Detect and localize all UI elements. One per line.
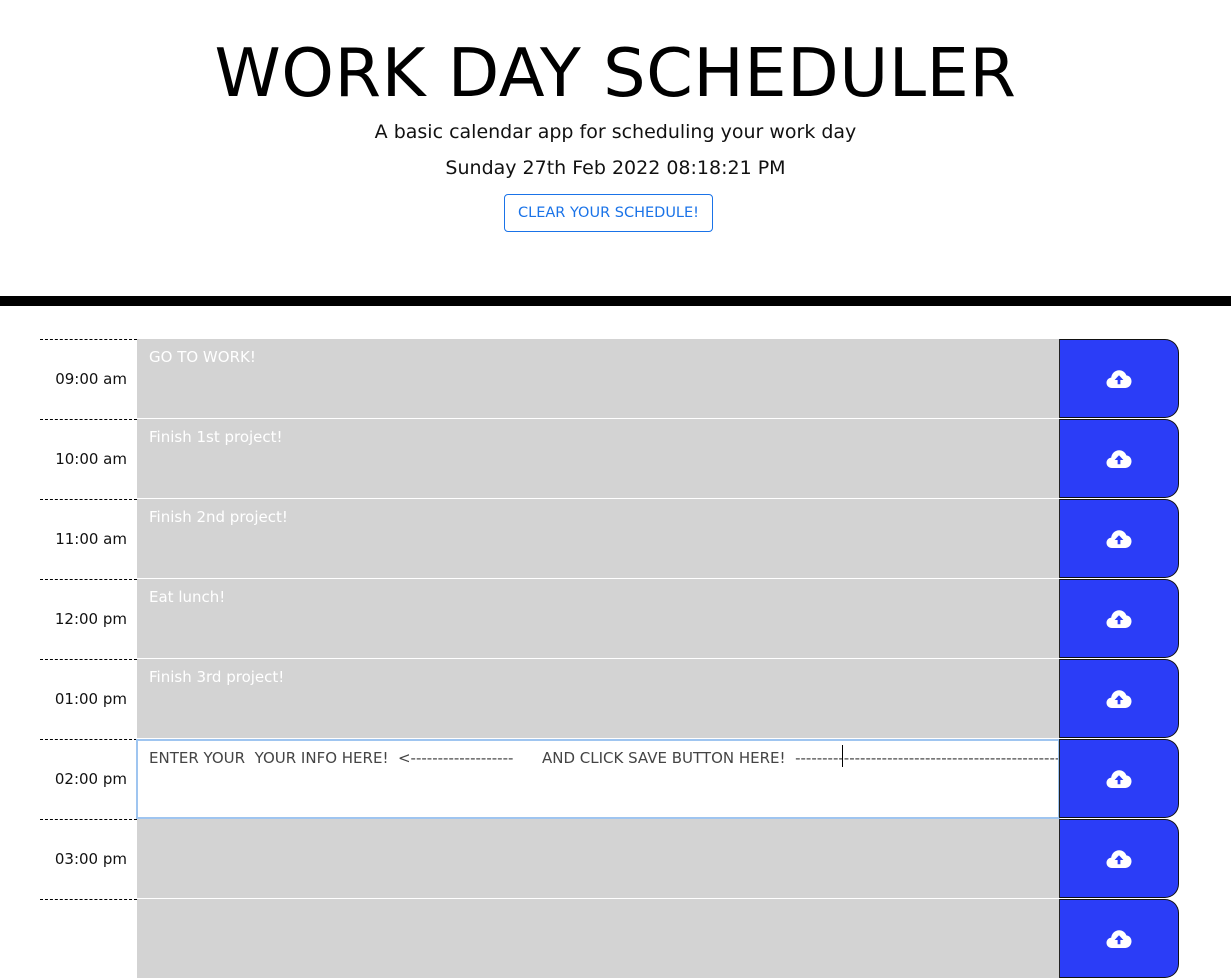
hour-label: 12:00 pm xyxy=(40,579,137,659)
text-cursor xyxy=(842,745,843,767)
time-block: 01:00 pm Finish 3rd project! xyxy=(40,659,1180,739)
save-button[interactable] xyxy=(1059,579,1179,658)
time-block xyxy=(40,899,1180,979)
hour-label: 11:00 am xyxy=(40,499,137,579)
description-textarea[interactable] xyxy=(137,819,1059,899)
description-textarea[interactable]: Finish 3rd project! xyxy=(137,659,1059,739)
cloud-upload-icon xyxy=(1106,769,1132,788)
cloud-upload-icon xyxy=(1106,929,1132,948)
hour-label: 03:00 pm xyxy=(40,819,137,899)
save-button[interactable] xyxy=(1059,819,1179,898)
description-textarea[interactable]: Finish 2nd project! xyxy=(137,499,1059,579)
time-block: 03:00 pm xyxy=(40,819,1180,899)
cloud-upload-icon xyxy=(1106,689,1132,708)
header: WORK DAY SCHEDULER A basic calendar app … xyxy=(0,0,1231,296)
page-title: WORK DAY SCHEDULER xyxy=(214,34,1017,112)
schedule-container: 09:00 am GO TO WORK! 10:00 am Finish 1st… xyxy=(40,339,1180,979)
cloud-upload-icon xyxy=(1106,369,1132,388)
clear-schedule-button[interactable]: CLEAR YOUR SCHEDULE! xyxy=(504,194,713,232)
hour-label: 09:00 am xyxy=(40,339,137,419)
header-divider xyxy=(0,296,1231,306)
hour-label: 10:00 am xyxy=(40,419,137,499)
save-button[interactable] xyxy=(1059,339,1179,418)
save-button[interactable] xyxy=(1059,739,1179,818)
description-textarea-focused[interactable]: ENTER YOUR YOUR INFO HERE! <------------… xyxy=(136,739,1060,819)
cloud-upload-icon xyxy=(1106,609,1132,628)
time-block: 11:00 am Finish 2nd project! xyxy=(40,499,1180,579)
time-block: 10:00 am Finish 1st project! xyxy=(40,419,1180,499)
save-button[interactable] xyxy=(1059,499,1179,578)
description-textarea[interactable] xyxy=(137,899,1059,979)
description-textarea[interactable]: GO TO WORK! xyxy=(137,339,1059,419)
page-subtitle: A basic calendar app for scheduling your… xyxy=(374,121,857,143)
time-block-current: 02:00 pm ENTER YOUR YOUR INFO HERE! <---… xyxy=(40,739,1180,819)
current-date: Sunday 27th Feb 2022 08:18:21 PM xyxy=(445,157,786,179)
time-block: 09:00 am GO TO WORK! xyxy=(40,339,1180,419)
save-button[interactable] xyxy=(1059,419,1179,498)
description-textarea[interactable]: Eat lunch! xyxy=(137,579,1059,659)
description-text: ENTER YOUR YOUR INFO HERE! <------------… xyxy=(149,749,1060,767)
hour-label xyxy=(40,899,137,979)
cloud-upload-icon xyxy=(1106,449,1132,468)
hour-label: 02:00 pm xyxy=(40,739,137,819)
save-button[interactable] xyxy=(1059,899,1179,978)
save-button[interactable] xyxy=(1059,659,1179,738)
cloud-upload-icon xyxy=(1106,529,1132,548)
description-textarea[interactable]: Finish 1st project! xyxy=(137,419,1059,499)
time-block: 12:00 pm Eat lunch! xyxy=(40,579,1180,659)
hour-label: 01:00 pm xyxy=(40,659,137,739)
cloud-upload-icon xyxy=(1106,849,1132,868)
